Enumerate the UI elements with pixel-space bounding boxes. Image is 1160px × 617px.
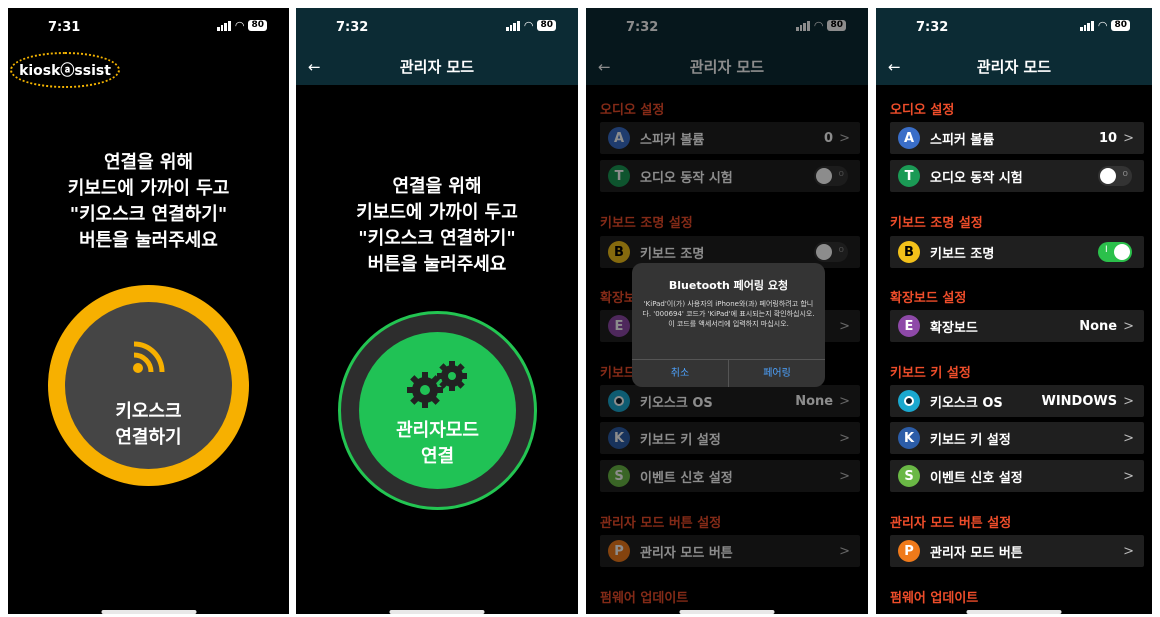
kiosk-connect-button[interactable]: 키오스크 연결하기 [48,285,249,486]
screen-kiosk-connect: 7:31 ◠ 80 kioskⓐssist 연결을 위해 키보드에 가까이 두고… [8,8,289,614]
alert-title: Bluetooth 페어링 요청 [668,279,789,292]
instruction-line: 키보드에 가까이 두고 [67,178,230,199]
row-value: 10 [1099,130,1118,146]
status-bar: 7:31 ◠ 80 [8,8,289,46]
row-label: 스피커 볼륨 [930,132,995,148]
instruction-line: "키오스크 연결하기" [69,204,228,225]
wifi-icon: ◠ [234,18,245,32]
nav-bar: 7:32 ◠ 80 ← 관리자 모드 [296,8,578,85]
row-keyboard-keys[interactable]: K 키보드 키 설정 > [890,422,1144,454]
row-value: WINDOWS [1041,393,1118,409]
row-label: 키보드 키 설정 [930,432,1011,448]
o-icon [898,390,920,412]
status-time: 7:32 [336,20,369,35]
gears-icon [407,361,467,408]
row-label: 이벤트 신호 설정 [930,470,1023,486]
status-bar: 7:32 ◠ 80 [876,8,1152,46]
chevron-right-icon: > [1123,130,1134,146]
button-label: 연결 [420,446,455,467]
instruction-line: 버튼을 눌러주세요 [79,230,218,251]
signal-icon [216,20,231,31]
row-admin-button[interactable]: P 관리자 모드 버튼 > [890,535,1144,567]
battery-icon: 80 [537,20,556,31]
e-icon: E [898,315,920,337]
button-label: 관리자모드 [396,420,479,441]
page-title: 관리자 모드 [399,58,475,76]
row-event-signal[interactable]: S 이벤트 신호 설정 > [890,460,1144,492]
row-keyboard-light: B 키보드 조명 I [890,236,1144,268]
instruction-line: 버튼을 눌러주세요 [367,254,507,275]
pair-button[interactable]: 페어링 [728,360,825,387]
battery-icon: 80 [1111,20,1130,31]
chevron-right-icon: > [1123,393,1134,409]
section-keyboard-keys: 키보드 키 설정 [890,366,971,381]
section-firmware: 펌웨어 업데이트 [890,591,979,606]
a-icon: A [898,127,920,149]
button-label: 키오스크 [115,401,182,422]
row-label: 관리자 모드 버튼 [930,545,1023,561]
section-keyboard-light: 키보드 조명 설정 [890,216,983,231]
signal-icon [505,20,520,31]
home-indicator [389,610,485,614]
bluetooth-pairing-alert: Bluetooth 페어링 요청 'KiPad'이(가) 사용자의 iPhone… [632,263,825,387]
k-icon: K [898,427,920,449]
alert-message: 'KiPad'이(가) 사용자의 iPhone와(과) 페어링하려고 합니다. … [642,300,815,328]
row-label: 키오스크 OS [930,395,1003,411]
battery-icon: 80 [248,20,267,31]
cancel-button[interactable]: 취소 [632,360,728,387]
page-title: 관리자 모드 [976,58,1052,76]
instruction-line: 연결을 위해 [392,176,482,197]
home-indicator [679,610,775,614]
audio-test-toggle[interactable]: o [1098,166,1132,186]
status-bar: 7:32 ◠ 80 [296,8,578,46]
keyboard-light-toggle[interactable]: I [1098,242,1132,262]
row-expansion-board[interactable]: E 확장보드 None > [890,310,1144,342]
screen-admin-settings: 7:32 ◠ 80 ← 관리자 모드 오디오 설정 A 스피커 볼륨 10 > … [876,8,1152,614]
section-expansion: 확장보드 설정 [890,291,967,306]
instruction-line: 연결을 위해 [103,152,194,173]
home-indicator [966,610,1062,614]
instruction-line: "키오스크 연결하기" [358,228,516,249]
wifi-icon: ◠ [1097,18,1108,32]
row-audio-test: T 오디오 동작 시험 o [890,160,1144,192]
screen-admin-connect: 7:32 ◠ 80 ← 관리자 모드 연결을 위해 키보드에 가까이 두고 "키… [296,8,578,614]
b-icon: B [898,241,920,263]
row-label: 오디오 동작 시험 [930,170,1023,186]
row-label: 확장보드 [930,320,978,336]
chevron-right-icon: > [1123,468,1134,484]
home-indicator [101,610,196,614]
row-value: None [1079,318,1118,334]
wifi-icon: ◠ [523,18,534,32]
chevron-right-icon: > [1123,318,1134,334]
section-admin-button: 관리자 모드 버튼 설정 [890,516,1012,531]
chevron-right-icon: > [1123,430,1134,446]
rss-feed-icon [133,341,165,373]
p-icon: P [898,540,920,562]
s-icon: S [898,465,920,487]
admin-mode-connect-button[interactable]: 관리자모드 연결 [338,311,537,510]
row-label: 키보드 조명 [930,246,995,262]
screen-admin-settings-pairing: 7:32 ◠ 80 ← 관리자 모드 오디오 설정 A 스피커 볼륨 0 > T… [586,8,868,614]
nav-bar: 7:32 ◠ 80 ← 관리자 모드 [876,8,1152,85]
status-time: 7:32 [916,20,949,35]
button-label: 연결하기 [115,427,182,448]
chevron-right-icon: > [1123,543,1134,559]
instruction-line: 키보드에 가까이 두고 [356,202,518,223]
row-kiosk-os[interactable]: 키오스크 OS WINDOWS > [890,385,1144,417]
app-logo: kioskⓐssist [10,52,120,88]
status-time: 7:31 [48,20,81,35]
section-audio: 오디오 설정 [890,103,955,118]
t-icon: T [898,165,920,187]
signal-icon [1079,20,1094,31]
row-speaker-volume[interactable]: A 스피커 볼륨 10 > [890,122,1144,154]
